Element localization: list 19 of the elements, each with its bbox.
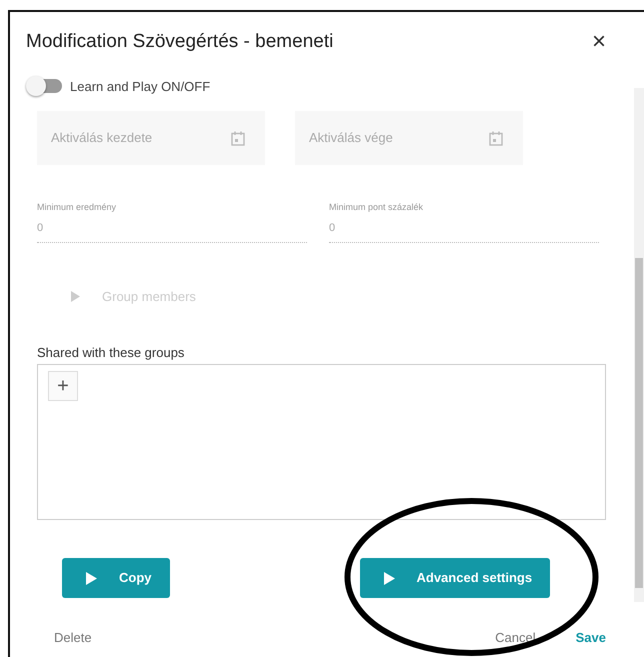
advanced-settings-button[interactable]: Advanced settings (360, 558, 550, 598)
toggle-label: Learn and Play ON/OFF (70, 78, 210, 96)
calendar-icon (489, 130, 503, 146)
field-label: Minimum pont százalék (329, 201, 424, 214)
field-label: Minimum eredmény (37, 201, 118, 214)
number-field[interactable]: 0 (37, 218, 307, 243)
scrollbar-thumb[interactable] (635, 258, 643, 588)
calendar-icon (231, 130, 245, 146)
play-icon (86, 572, 97, 584)
add-button[interactable]: + (48, 371, 78, 401)
save-button[interactable]: Save (576, 628, 606, 648)
number-field[interactable]: 0 (329, 218, 599, 243)
copy-button[interactable]: Copy (62, 558, 170, 598)
delete-button[interactable]: Delete (54, 628, 92, 648)
scrollbar[interactable] (634, 88, 644, 602)
close-button[interactable]: × (592, 30, 606, 54)
dialog-title: Modification Szövegértés - bemeneti (26, 30, 334, 54)
shared-groups-label: Shared with these groups (37, 344, 186, 362)
play-icon (384, 572, 394, 584)
